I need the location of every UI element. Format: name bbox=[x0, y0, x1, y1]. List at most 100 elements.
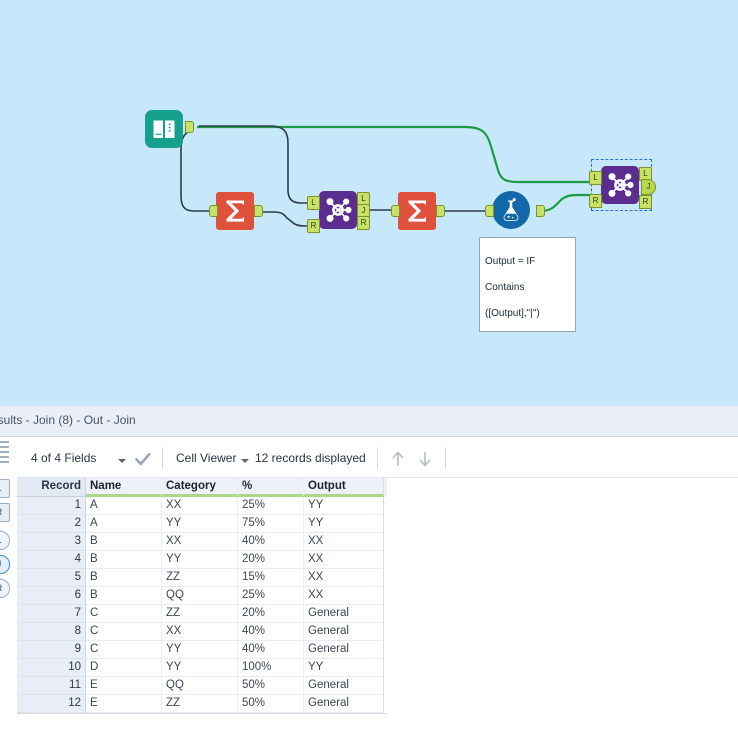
connection-formula-to-join2[interactable] bbox=[539, 193, 592, 213]
rail-grip-icon[interactable] bbox=[0, 441, 10, 467]
cell-record[interactable]: 2 bbox=[17, 515, 86, 533]
table-row[interactable]: 7 C ZZ 20% General bbox=[17, 605, 387, 623]
cell-output[interactable]: General bbox=[304, 623, 384, 641]
cell-pct[interactable]: 40% bbox=[238, 641, 304, 659]
join2-left-input-anchor[interactable]: L bbox=[589, 171, 602, 185]
rail-button-right-input[interactable]: R bbox=[0, 503, 10, 522]
results-data-grid[interactable]: Record Name Category % Output 1 A XX 25% YY 2… bbox=[17, 478, 387, 713]
column-header-category[interactable]: Category bbox=[162, 478, 238, 497]
cell-output[interactable]: XX bbox=[304, 587, 384, 605]
rail-button-left-input[interactable]: L bbox=[0, 479, 10, 498]
cell-category[interactable]: YY bbox=[162, 515, 238, 533]
cell-output[interactable]: YY bbox=[304, 497, 384, 515]
results-anchor-rail[interactable]: L R L J R bbox=[0, 441, 12, 641]
table-row[interactable]: 2 A YY 75% YY bbox=[17, 515, 387, 533]
rail-button-left-output[interactable]: L bbox=[0, 531, 10, 550]
cell-pct[interactable]: 15% bbox=[238, 569, 304, 587]
cell-output[interactable]: General bbox=[304, 695, 384, 713]
formula-output-anchor[interactable] bbox=[536, 205, 545, 217]
arrow-up-icon[interactable] bbox=[388, 449, 408, 469]
cell-name[interactable]: B bbox=[86, 533, 162, 551]
join-tool-1[interactable] bbox=[319, 191, 357, 229]
cell-name[interactable]: C bbox=[86, 641, 162, 659]
cell-record[interactable]: 7 bbox=[17, 605, 86, 623]
check-icon[interactable] bbox=[133, 449, 153, 469]
cell-pct[interactable]: 50% bbox=[238, 695, 304, 713]
chevron-down-icon[interactable] bbox=[241, 459, 249, 463]
cell-pct[interactable]: 25% bbox=[238, 497, 304, 515]
cell-category[interactable]: YY bbox=[162, 641, 238, 659]
rail-button-join-output[interactable]: J bbox=[0, 555, 10, 574]
cell-name[interactable]: C bbox=[86, 623, 162, 641]
cell-category[interactable]: XX bbox=[162, 497, 238, 515]
cell-category[interactable]: ZZ bbox=[162, 695, 238, 713]
cell-output[interactable]: General bbox=[304, 605, 384, 623]
formula-tool[interactable] bbox=[492, 191, 530, 229]
cell-record[interactable]: 12 bbox=[17, 695, 86, 713]
summarize2-input-anchor[interactable] bbox=[391, 205, 400, 217]
summarize-tool-1[interactable] bbox=[216, 192, 254, 230]
cell-category[interactable]: ZZ bbox=[162, 569, 238, 587]
cell-pct[interactable]: 20% bbox=[238, 605, 304, 623]
cell-output[interactable]: XX bbox=[304, 533, 384, 551]
cell-output[interactable]: YY bbox=[304, 659, 384, 677]
cell-name[interactable]: B bbox=[86, 587, 162, 605]
cell-category[interactable]: QQ bbox=[162, 587, 238, 605]
workflow-canvas[interactable]: L R L J R L R L J R Output = IF Contains… bbox=[0, 0, 738, 406]
cell-record[interactable]: 8 bbox=[17, 623, 86, 641]
table-row[interactable]: 11 E QQ 50% General bbox=[17, 677, 387, 695]
cell-category[interactable]: YY bbox=[162, 551, 238, 569]
column-header-record[interactable]: Record bbox=[17, 478, 86, 497]
table-row[interactable]: 6 B QQ 25% XX bbox=[17, 587, 387, 605]
summarize-tool-2[interactable] bbox=[398, 192, 436, 230]
table-row[interactable]: 12 E ZZ 50% General bbox=[17, 695, 387, 713]
join2-right-output-anchor[interactable]: R bbox=[639, 195, 652, 209]
summarize1-output-anchor[interactable] bbox=[254, 205, 263, 217]
table-row[interactable]: 5 B ZZ 15% XX bbox=[17, 569, 387, 587]
formula-annotation-box[interactable]: Output = IF Contains ([Output],"|") THEN… bbox=[479, 237, 576, 332]
column-header-name[interactable]: Name bbox=[86, 478, 162, 497]
cell-output[interactable]: General bbox=[304, 641, 384, 659]
table-row[interactable]: 10 D YY 100% YY bbox=[17, 659, 387, 677]
cell-record[interactable]: 11 bbox=[17, 677, 86, 695]
table-row[interactable]: 8 C XX 40% General bbox=[17, 623, 387, 641]
arrow-down-icon[interactable] bbox=[415, 449, 435, 469]
results-titlebar[interactable]: esults - Join (8) - Out - Join bbox=[0, 406, 738, 437]
cell-category[interactable]: YY bbox=[162, 659, 238, 677]
chevron-down-icon[interactable] bbox=[118, 459, 126, 463]
cell-output[interactable]: General bbox=[304, 677, 384, 695]
join1-right-output-anchor[interactable]: R bbox=[357, 216, 370, 230]
column-header-output[interactable]: Output bbox=[304, 478, 384, 497]
cell-name[interactable]: A bbox=[86, 515, 162, 533]
table-row[interactable]: 3 B XX 40% XX bbox=[17, 533, 387, 551]
join-tool-2[interactable] bbox=[601, 166, 639, 204]
cell-record[interactable]: 5 bbox=[17, 569, 86, 587]
connection-summarize1-to-join1-right[interactable] bbox=[258, 211, 309, 227]
cell-record[interactable]: 6 bbox=[17, 587, 86, 605]
cell-record[interactable]: 4 bbox=[17, 551, 86, 569]
cell-record[interactable]: 10 bbox=[17, 659, 86, 677]
cell-pct[interactable]: 40% bbox=[238, 533, 304, 551]
fields-selector-label[interactable]: 4 of 4 Fields bbox=[31, 451, 96, 465]
cell-name[interactable]: B bbox=[86, 569, 162, 587]
cell-name[interactable]: B bbox=[86, 551, 162, 569]
cell-category[interactable]: XX bbox=[162, 623, 238, 641]
rail-button-right-output[interactable]: R bbox=[0, 579, 10, 598]
cell-record[interactable]: 1 bbox=[17, 497, 86, 515]
table-row[interactable]: 1 A XX 25% YY bbox=[17, 497, 387, 515]
cell-name[interactable]: C bbox=[86, 605, 162, 623]
cell-record[interactable]: 9 bbox=[17, 641, 86, 659]
cell-category[interactable]: XX bbox=[162, 533, 238, 551]
summarize2-output-anchor[interactable] bbox=[436, 205, 445, 217]
join1-right-input-anchor[interactable]: R bbox=[307, 219, 320, 233]
cell-output[interactable]: YY bbox=[304, 515, 384, 533]
summarize1-input-anchor[interactable] bbox=[209, 205, 218, 217]
connection-input-to-join2[interactable] bbox=[197, 125, 592, 184]
table-row[interactable]: 9 C YY 40% General bbox=[17, 641, 387, 659]
cell-name[interactable]: E bbox=[86, 677, 162, 695]
join2-right-input-anchor[interactable]: R bbox=[589, 194, 602, 208]
cell-name[interactable]: E bbox=[86, 695, 162, 713]
column-header-pct[interactable]: % bbox=[238, 478, 304, 497]
input-data-tool[interactable] bbox=[145, 110, 183, 148]
connection-input-to-summarize1[interactable] bbox=[180, 129, 214, 212]
